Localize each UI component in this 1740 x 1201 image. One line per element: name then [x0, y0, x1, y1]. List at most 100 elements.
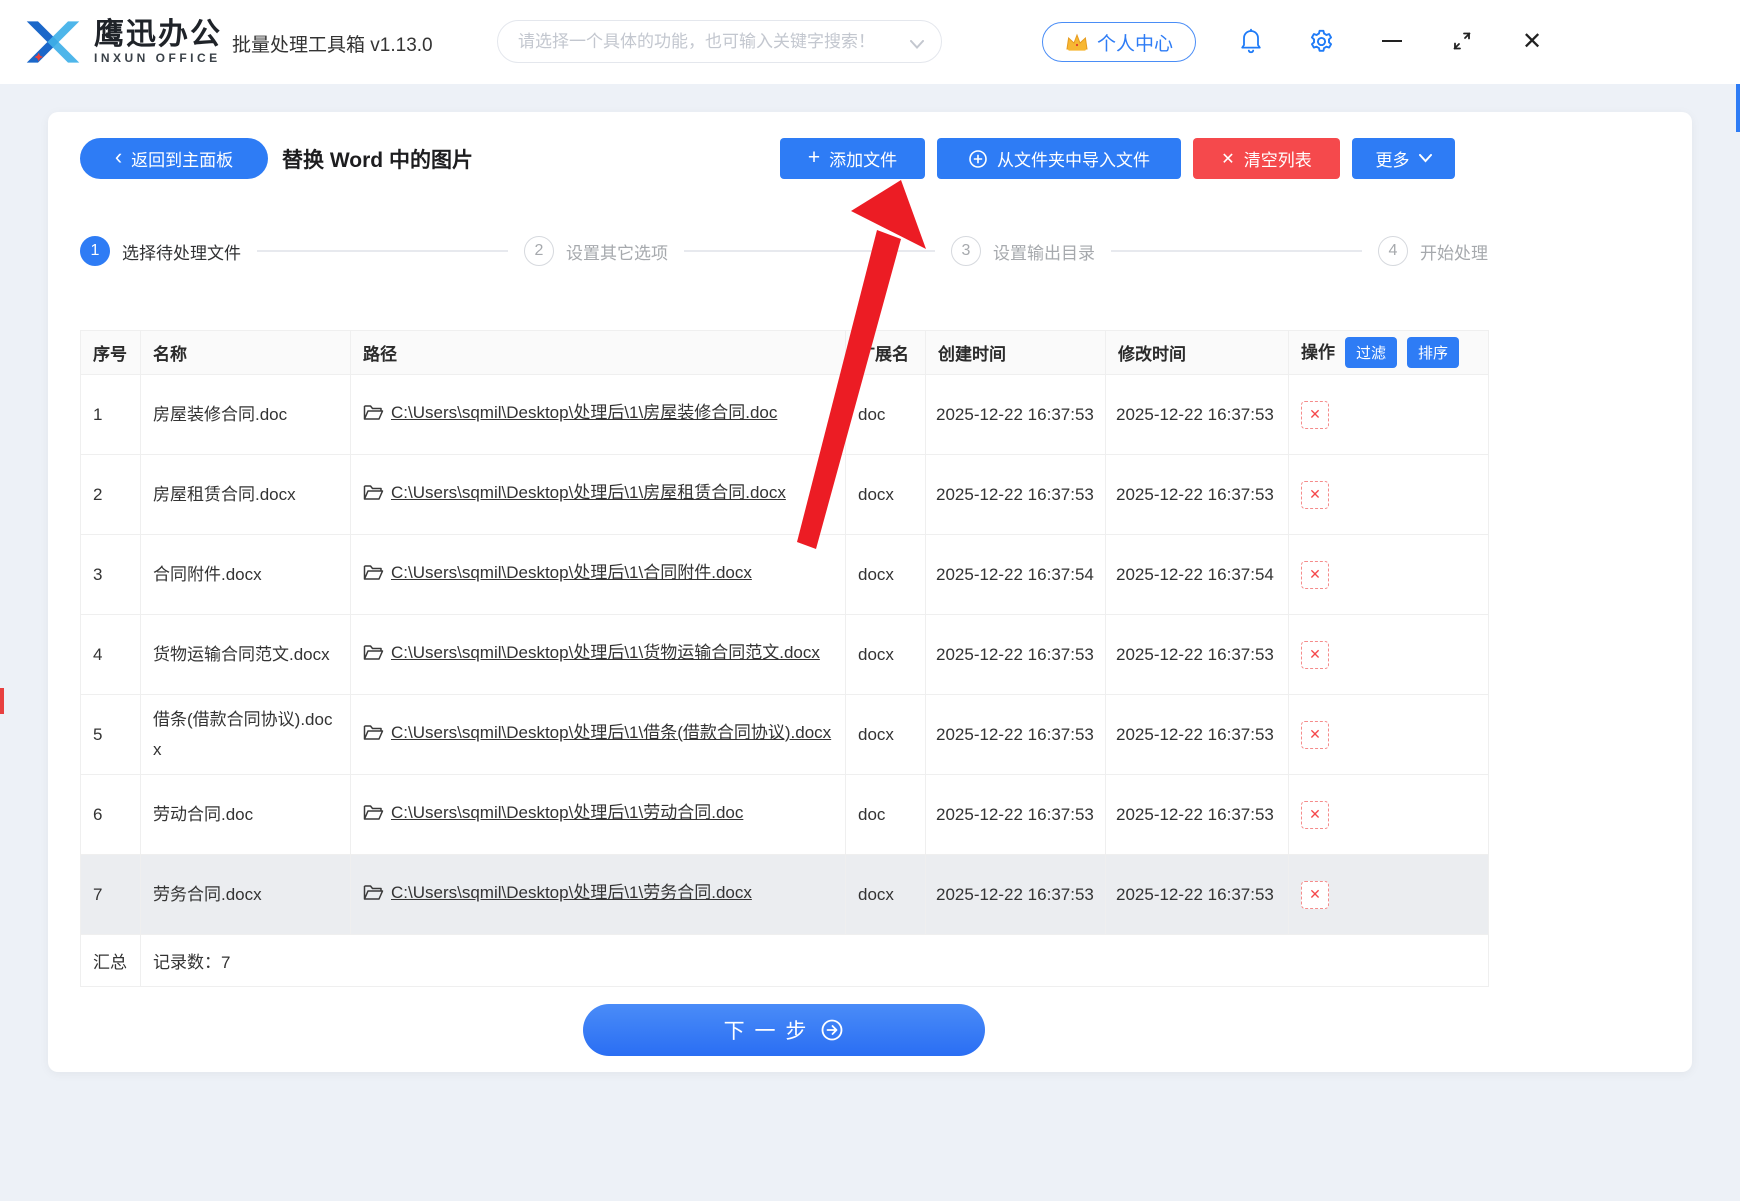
cell-ext: docx — [846, 535, 926, 615]
close-button[interactable]: ✕ — [1517, 26, 1547, 56]
brand-name-en: INXUN OFFICE — [94, 51, 222, 65]
cell-created-time: 2025-12-22 16:37:53 — [926, 695, 1106, 775]
cell-path: C:\Users\sqmil\Desktop\处理后\1\劳务合同.docx — [351, 855, 846, 935]
delete-row-button[interactable]: ✕ — [1301, 641, 1329, 669]
sort-button[interactable]: 排序 — [1407, 337, 1459, 368]
close-icon: ✕ — [1309, 406, 1321, 423]
close-icon: ✕ — [1309, 806, 1321, 823]
filter-button[interactable]: 过滤 — [1345, 337, 1397, 368]
file-path-link[interactable]: C:\Users\sqmil\Desktop\处理后\1\劳务合同.docx — [391, 883, 752, 902]
table-row[interactable]: 3 合同附件.docx C:\Users\sqmil\Desktop\处理后\1… — [81, 535, 1489, 615]
steps: 1 选择待处理文件 2 设置其它选项 3 设置输出目录 4 开始处理 — [80, 236, 1488, 266]
cell-modified-time: 2025-12-22 16:37:53 — [1106, 775, 1289, 855]
circle-plus-icon — [968, 149, 988, 169]
cell-created-time: 2025-12-22 16:37:53 — [926, 455, 1106, 535]
cell-created-time: 2025-12-22 16:37:53 — [926, 775, 1106, 855]
cell-name: 借条(借款合同协议).docx — [141, 695, 351, 775]
step-label: 选择待处理文件 — [122, 239, 241, 264]
table-row[interactable]: 6 劳动合同.doc C:\Users\sqmil\Desktop\处理后\1\… — [81, 775, 1489, 855]
close-icon: ✕ — [1309, 646, 1321, 663]
search-input[interactable] — [497, 20, 942, 63]
delete-row-button[interactable]: ✕ — [1301, 721, 1329, 749]
delete-row-button[interactable]: ✕ — [1301, 881, 1329, 909]
header-ext: 扩展名 — [846, 331, 926, 375]
step-number: 2 — [524, 236, 554, 266]
crown-icon — [1065, 32, 1089, 52]
close-icon: ✕ — [1522, 27, 1542, 56]
summary-row: 汇总 记录数：7 — [81, 935, 1489, 987]
back-to-dashboard-button[interactable]: ‹ 返回到主面板 — [80, 138, 268, 179]
minimize-button[interactable] — [1377, 26, 1407, 56]
cell-path: C:\Users\sqmil\Desktop\处理后\1\房屋租赁合同.docx — [351, 455, 846, 535]
cell-ext: doc — [846, 375, 926, 455]
cell-name: 劳动合同.doc — [141, 775, 351, 855]
delete-row-button[interactable]: ✕ — [1301, 801, 1329, 829]
user-center-button[interactable]: 个人中心 — [1042, 22, 1196, 62]
step-item: 4 开始处理 — [1378, 236, 1488, 266]
add-files-button[interactable]: + 添加文件 — [780, 138, 925, 179]
cell-operations: ✕ — [1289, 615, 1489, 695]
file-path-link[interactable]: C:\Users\sqmil\Desktop\处理后\1\房屋装修合同.doc — [391, 403, 777, 422]
title-bar: 鹰迅办公 INXUN OFFICE 批量处理工具箱 v1.13.0 个人中心 — [0, 0, 1740, 84]
add-files-label: 添加文件 — [829, 146, 897, 171]
gear-icon — [1308, 28, 1335, 55]
cell-seq: 6 — [81, 775, 141, 855]
table-row[interactable]: 7 劳务合同.docx C:\Users\sqmil\Desktop\处理后\1… — [81, 855, 1489, 935]
cell-created-time: 2025-12-22 16:37:53 — [926, 615, 1106, 695]
plus-icon: + — [808, 146, 820, 170]
operations-label: 操作 — [1301, 343, 1335, 362]
close-icon: ✕ — [1309, 566, 1321, 583]
folder-icon — [363, 881, 384, 911]
cell-ext: docx — [846, 615, 926, 695]
settings-button[interactable] — [1306, 26, 1336, 56]
next-step-label: 下 一 步 — [724, 1015, 809, 1045]
brand-name-cn: 鹰迅办公 — [94, 19, 222, 51]
more-label: 更多 — [1376, 146, 1410, 171]
cell-modified-time: 2025-12-22 16:37:53 — [1106, 615, 1289, 695]
cell-name: 劳务合同.docx — [141, 855, 351, 935]
file-path-link[interactable]: C:\Users\sqmil\Desktop\处理后\1\货物运输合同范文.do… — [391, 643, 820, 662]
cell-modified-time: 2025-12-22 16:37:53 — [1106, 695, 1289, 775]
cell-operations: ✕ — [1289, 375, 1489, 455]
step-number: 1 — [80, 236, 110, 266]
header-operations: 操作过滤排序 — [1289, 331, 1489, 375]
cell-operations: ✕ — [1289, 695, 1489, 775]
file-path-link[interactable]: C:\Users\sqmil\Desktop\处理后\1\房屋租赁合同.docx — [391, 483, 786, 502]
folder-icon — [363, 401, 384, 431]
delete-row-button[interactable]: ✕ — [1301, 561, 1329, 589]
notifications-button[interactable] — [1236, 26, 1266, 56]
chevron-down-icon[interactable] — [910, 36, 924, 54]
clear-list-button[interactable]: ✕ 清空列表 — [1193, 138, 1340, 179]
back-button-label: 返回到主面板 — [131, 146, 233, 171]
file-path-link[interactable]: C:\Users\sqmil\Desktop\处理后\1\借条(借款合同协议).… — [391, 723, 831, 742]
main-panel: ‹ 返回到主面板 替换 Word 中的图片 + 添加文件 从文件夹中导入文件 ✕… — [48, 112, 1692, 1072]
toolbar-actions: + 添加文件 从文件夹中导入文件 ✕ 清空列表 更多 — [780, 138, 1455, 179]
bell-icon — [1239, 28, 1263, 54]
delete-row-button[interactable]: ✕ — [1301, 481, 1329, 509]
file-path-link[interactable]: C:\Users\sqmil\Desktop\处理后\1\劳动合同.doc — [391, 803, 743, 822]
cell-operations: ✕ — [1289, 855, 1489, 935]
close-icon: ✕ — [1309, 726, 1321, 743]
cell-operations: ✕ — [1289, 775, 1489, 855]
step-connector — [1111, 250, 1362, 252]
cell-operations: ✕ — [1289, 455, 1489, 535]
cell-seq: 2 — [81, 455, 141, 535]
cell-seq: 5 — [81, 695, 141, 775]
cell-name: 房屋租赁合同.docx — [141, 455, 351, 535]
header-modified: 修改时间 — [1106, 331, 1289, 375]
more-button[interactable]: 更多 — [1352, 138, 1455, 179]
maximize-button[interactable] — [1447, 26, 1477, 56]
cell-modified-time: 2025-12-22 16:37:53 — [1106, 855, 1289, 935]
table-row[interactable]: 4 货物运输合同范文.docx C:\Users\sqmil\Desktop\处… — [81, 615, 1489, 695]
file-path-link[interactable]: C:\Users\sqmil\Desktop\处理后\1\合同附件.docx — [391, 563, 752, 582]
next-step-button[interactable]: 下 一 步 — [583, 1004, 985, 1056]
step-item: 3 设置输出目录 — [951, 236, 1095, 266]
table-row[interactable]: 5 借条(借款合同协议).docx C:\Users\sqmil\Desktop… — [81, 695, 1489, 775]
header-name: 名称 — [141, 331, 351, 375]
cell-path: C:\Users\sqmil\Desktop\处理后\1\劳动合同.doc — [351, 775, 846, 855]
delete-row-button[interactable]: ✕ — [1301, 401, 1329, 429]
table-row[interactable]: 2 房屋租赁合同.docx C:\Users\sqmil\Desktop\处理后… — [81, 455, 1489, 535]
import-from-folder-button[interactable]: 从文件夹中导入文件 — [937, 138, 1181, 179]
table-row[interactable]: 1 房屋装修合同.doc C:\Users\sqmil\Desktop\处理后\… — [81, 375, 1489, 455]
step-number: 4 — [1378, 236, 1408, 266]
